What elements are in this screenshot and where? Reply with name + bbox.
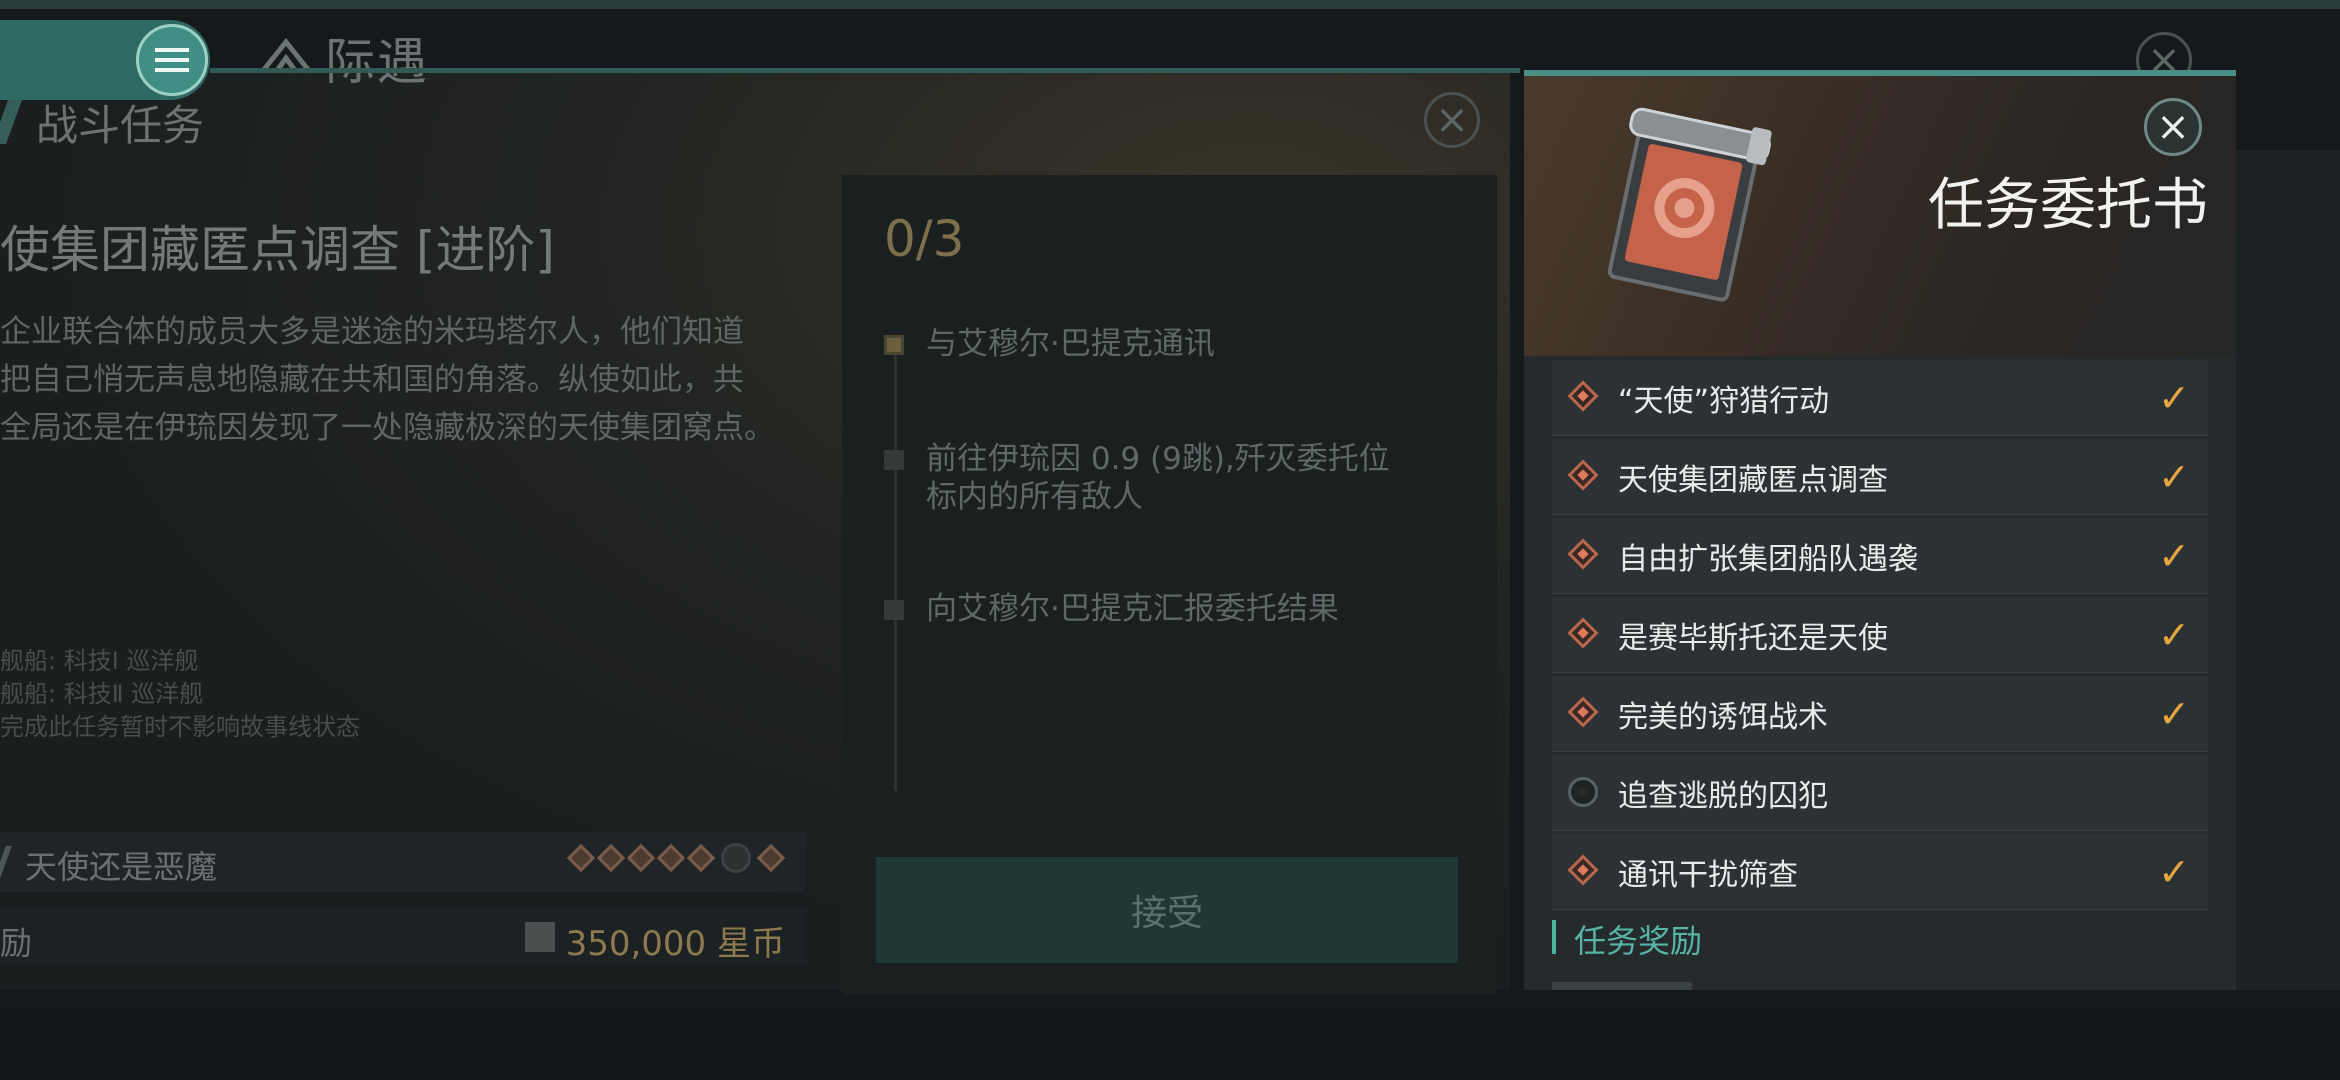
check-icon: ✓ [2158,613,2190,657]
diamond-bullet-icon [1567,380,1599,412]
diamond-bullet-icon [1567,854,1599,886]
objective-text: 向艾穆尔·巴提克汇报委托结果 [926,591,1339,627]
circle-pending-icon [1568,777,1598,807]
background-side-panel [2236,150,2340,990]
commission-title: 任务委托书 [1928,173,2208,238]
description-line: 企业联合体的成员大多是迷途的米玛塔尔人，他们知道 [0,314,744,350]
commission-item-label: 是赛毕斯托还是天使 [1618,621,1888,656]
commission-item[interactable]: 自由扩张集团船队遇袭 ✓ [1552,518,2208,594]
hamburger-icon [155,45,189,75]
objective-marker-icon [884,335,904,355]
objective-text: 与艾穆尔·巴提克通讯 [926,326,1215,362]
commission-item-label: 完美的诱饵战术 [1618,700,1828,735]
objective-connector [894,351,897,791]
reward-label: 励 [0,924,33,962]
commission-item-label: 自由扩张集团船队遇袭 [1618,542,1918,577]
check-icon: ✓ [2158,455,2190,499]
commission-item-label: 天使集团藏匿点调查 [1618,463,1888,498]
heading-accent-bar [1552,920,1556,954]
description-line: 把自己悄无声息地隐藏在共和国的角落。纵使如此，共 [0,362,744,398]
diamond-bullet-icon [1567,696,1599,728]
circle-pending-icon [721,843,751,873]
description-line: 全局还是在伊琉因发现了一处隐藏极深的天使集团窝点。 [0,410,775,446]
diamond-bullet-icon [1567,459,1599,491]
isk-currency-icon [525,922,555,952]
objective-item: 与艾穆尔·巴提克通讯 [884,325,1396,363]
close-icon[interactable]: × [1424,92,1480,148]
close-icon[interactable]: × [2144,98,2202,156]
check-icon: ✓ [2158,850,2190,894]
mission-name: 使集团藏匿点调查 [进阶] [0,221,555,279]
diamond-bullet-icon [686,843,716,873]
commission-list: “天使”狩猎行动 ✓ 天使集团藏匿点调查 ✓ 自由扩张集团船队遇袭 ✓ 是赛毕斯… [1552,360,2208,913]
header-rule [210,68,1520,73]
commission-item[interactable]: 追查逃脱的囚犯 [1552,755,2208,831]
background-bottom-bar [0,1010,2340,1080]
reward-item-stub [1552,982,1692,990]
chain-marker [0,846,12,878]
commission-scroll-icon [1607,107,1772,302]
ship-line: 舰船: 科技Ⅰ 巡洋舰 [0,647,199,675]
accept-button[interactable]: 接受 [876,857,1458,963]
diamond-bullet-icon [1567,538,1599,570]
mission-description: 企业联合体的成员大多是迷途的米玛塔尔人，他们知道 把自己悄无声息地隐藏在共和国的… [0,308,820,452]
section-title: 战斗任务 [36,101,205,150]
mission-chain-row[interactable]: 天使还是恶魔 [0,832,805,892]
check-icon: ✓ [2158,534,2190,578]
objective-item: 前往伊琉因 0.9 (9跳),歼灭委托位标内的所有敌人 [884,440,1396,516]
check-icon: ✓ [2158,376,2190,420]
objective-marker-icon [884,450,904,470]
objective-count: 0/3 [884,210,965,268]
mission-reward-row: 励 350,000 星币 [0,908,805,964]
objective-marker-icon [884,600,904,620]
commission-item-label: 通讯干扰筛查 [1618,858,1798,893]
reward-amount: 350,000 星币 [565,924,785,964]
brand-title: 际遇 [325,33,429,91]
reward-heading-text: 任务奖励 [1574,922,1703,960]
menu-button[interactable] [136,24,208,96]
ship-line: 完成此任务暂时不影响故事线状态 [0,713,360,741]
commission-item[interactable]: 是赛毕斯托还是天使 ✓ [1552,597,2208,673]
game-screen: 际遇 战斗任务 × × 使集团藏匿点调查 [进阶] 企业联合体的成员大多是迷途的… [0,0,2340,1080]
diamond-bullet-icon [626,843,656,873]
commission-item-label: “天使”狩猎行动 [1618,384,1830,419]
commission-item[interactable]: 天使集团藏匿点调查 ✓ [1552,439,2208,515]
top-strip [0,0,2340,9]
chain-progress [566,843,786,873]
diamond-bullet-icon [596,843,626,873]
commission-item[interactable]: “天使”狩猎行动 ✓ [1552,360,2208,436]
objective-item: 向艾穆尔·巴提克汇报委托结果 [884,590,1396,628]
commission-item-label: 追查逃脱的囚犯 [1618,779,1828,814]
ship-line: 舰船: 科技Ⅱ 巡洋舰 [0,680,204,708]
commission-panel: × 任务委托书 “天使”狩猎行动 ✓ 天使集团藏匿点调查 ✓ 自由扩张集团船队遇… [1524,70,2236,990]
chain-label: 天使还是恶魔 [25,848,218,886]
objective-panel: 0/3 与艾穆尔·巴提克通讯 前往伊琉因 0.9 (9跳),歼灭委托位标内的所有… [842,175,1497,995]
diamond-bullet-icon [656,843,686,873]
objective-text: 前往伊琉因 0.9 (9跳),歼灭委托位标内的所有敌人 [926,441,1390,515]
check-icon: ✓ [2158,692,2190,736]
commission-item[interactable]: 完美的诱饵战术 ✓ [1552,676,2208,752]
commission-item[interactable]: 通讯干扰筛查 ✓ [1552,834,2208,910]
ship-requirements: 舰船: 科技Ⅰ 巡洋舰 舰船: 科技Ⅱ 巡洋舰 完成此任务暂时不影响故事线状态 [0,645,360,744]
diamond-bullet-icon [756,843,786,873]
diamond-bullet-icon [566,843,596,873]
diamond-bullet-icon [1567,617,1599,649]
